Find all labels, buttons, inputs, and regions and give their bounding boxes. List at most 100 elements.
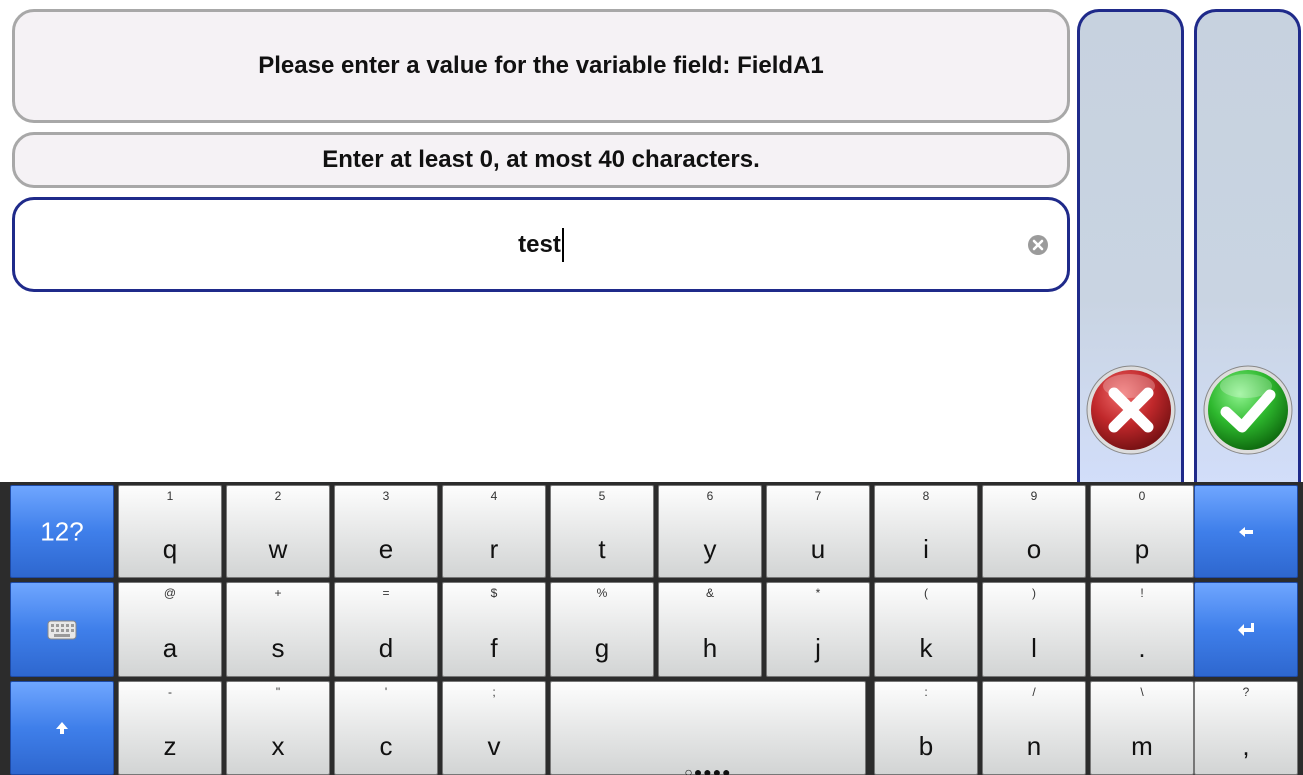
key-secondary-label: 1	[166, 489, 174, 503]
space-key[interactable]: ○●●●●	[550, 681, 866, 775]
key-period[interactable]: !.	[1090, 582, 1194, 677]
mode-key[interactable]: 12?	[10, 485, 114, 578]
key-s[interactable]: + s	[226, 582, 330, 677]
key-l[interactable]: ) l	[982, 582, 1086, 677]
key-i[interactable]: 8i	[874, 485, 978, 578]
input-value-text: test	[518, 230, 561, 258]
key-secondary-label: +	[274, 586, 282, 600]
key-b[interactable]: :b	[874, 681, 978, 775]
key-primary-label: x	[271, 731, 285, 761]
key-primary-label: a	[162, 633, 178, 663]
key-secondary-label: :	[924, 685, 928, 699]
key-primary-label: t	[598, 534, 606, 564]
key-primary-label: ,	[1242, 731, 1250, 761]
key-primary-label: y	[703, 534, 717, 564]
key-secondary-label: '	[384, 685, 388, 699]
key-primary-label: d	[378, 633, 394, 663]
shift-key[interactable]	[10, 681, 114, 775]
key-primary-label: h	[702, 633, 718, 663]
key-secondary-label: 8	[922, 489, 930, 503]
key-secondary-label: 7	[814, 489, 822, 503]
key-primary-label: w	[268, 534, 288, 564]
backspace-key[interactable]	[1194, 485, 1298, 578]
key-q[interactable]: 1q	[118, 485, 222, 578]
key-secondary-label: &	[705, 586, 714, 600]
key-secondary-label: 9	[1030, 489, 1038, 503]
enter-key[interactable]	[1194, 582, 1298, 677]
keyboard-icon	[47, 620, 77, 639]
key-secondary-label: 4	[490, 489, 498, 503]
enter-arrow-icon	[1238, 622, 1254, 636]
key-x[interactable]: " x	[226, 681, 330, 775]
key-primary-label: m	[1131, 731, 1153, 761]
key-z[interactable]: -z	[118, 681, 222, 775]
key-y[interactable]: 6y	[658, 485, 762, 578]
key-primary-label: k	[919, 633, 933, 663]
key-primary-label: i	[923, 534, 929, 564]
key-o[interactable]: 9o	[982, 485, 1086, 578]
key-secondary-label: ?	[1242, 685, 1250, 699]
key-secondary-label: %	[596, 586, 608, 600]
key-v[interactable]: ; v	[442, 681, 546, 775]
key-secondary-label: 3	[382, 489, 390, 503]
green-check-icon[interactable]	[1202, 364, 1294, 456]
key-n[interactable]: / n	[982, 681, 1086, 775]
key-e[interactable]: 3e	[334, 485, 438, 578]
key-secondary-label: -	[168, 685, 172, 699]
cancel-column	[1077, 9, 1184, 489]
app-root: Please enter a value for the variable fi…	[0, 0, 1303, 775]
hide-keyboard-key[interactable]	[10, 582, 114, 677]
key-k[interactable]: (k	[874, 582, 978, 677]
text-caret	[561, 227, 564, 262]
key-u[interactable]: 7u	[766, 485, 870, 578]
confirm-column	[1194, 9, 1301, 489]
red-x-icon[interactable]	[1085, 364, 1177, 456]
key-secondary-label: =	[382, 586, 390, 600]
key-secondary-label: "	[275, 685, 281, 699]
key-f[interactable]: $ f	[442, 582, 546, 677]
on-screen-keyboard: 1 2? 1 q 2 w 3 e 4 r 5 t 6 y 7 u 8 i 9 o …	[0, 482, 1303, 775]
key-w[interactable]: 2w	[226, 485, 330, 578]
key-primary-label: r	[489, 534, 499, 564]
key-primary-label: z	[163, 731, 177, 761]
key-p[interactable]: 0p	[1090, 485, 1194, 578]
key-primary-label: e	[378, 534, 394, 564]
key-secondary-label: ;	[492, 685, 496, 699]
key-secondary-label: $	[490, 586, 498, 600]
key-primary-label: s	[271, 633, 285, 663]
key-g[interactable]: % g	[550, 582, 654, 677]
key-primary-label: v	[487, 731, 501, 761]
key-secondary-label: 5	[598, 489, 606, 503]
key-a[interactable]: @ a	[118, 582, 222, 677]
value-input[interactable]: test	[12, 197, 1070, 292]
backspace-arrow-icon	[1239, 526, 1253, 537]
prompt-panel: Please enter a value for the variable fi…	[12, 9, 1070, 123]
key-secondary-label: (	[924, 586, 928, 600]
key-primary-label: c	[379, 731, 393, 761]
key-primary-label: .	[1138, 633, 1146, 663]
key-secondary-label: 2	[274, 489, 282, 503]
key-primary-label: b	[918, 731, 934, 761]
key-secondary-label: 0	[1138, 489, 1146, 503]
key-primary-label: u	[810, 534, 826, 564]
key-m[interactable]: \ m	[1090, 681, 1194, 775]
key-secondary-label: )	[1032, 586, 1036, 600]
key-comma[interactable]: ?,	[1194, 681, 1298, 775]
key-r[interactable]: 4r	[442, 485, 546, 578]
key-secondary-label: /	[1032, 685, 1036, 699]
key-j[interactable]: * j	[766, 582, 870, 677]
key-primary-label: p	[1134, 534, 1150, 564]
hint-panel: Enter at least 0, at most 40 characters.	[12, 132, 1070, 188]
key-primary-label: l	[1031, 633, 1037, 663]
key-t[interactable]: 5t	[550, 485, 654, 578]
key-secondary-label: 6	[706, 489, 714, 503]
clear-x-circle-icon[interactable]	[1027, 234, 1049, 256]
key-d[interactable]: = d	[334, 582, 438, 677]
key-c[interactable]: ' c	[334, 681, 438, 775]
shift-up-arrow-icon	[56, 722, 68, 734]
key-primary-label: o	[1026, 534, 1042, 564]
key-secondary-label: !	[1140, 586, 1144, 600]
key-h[interactable]: & h	[658, 582, 762, 677]
key-primary-label: f	[490, 633, 498, 663]
page-indicator: ○●●●●	[684, 764, 732, 775]
